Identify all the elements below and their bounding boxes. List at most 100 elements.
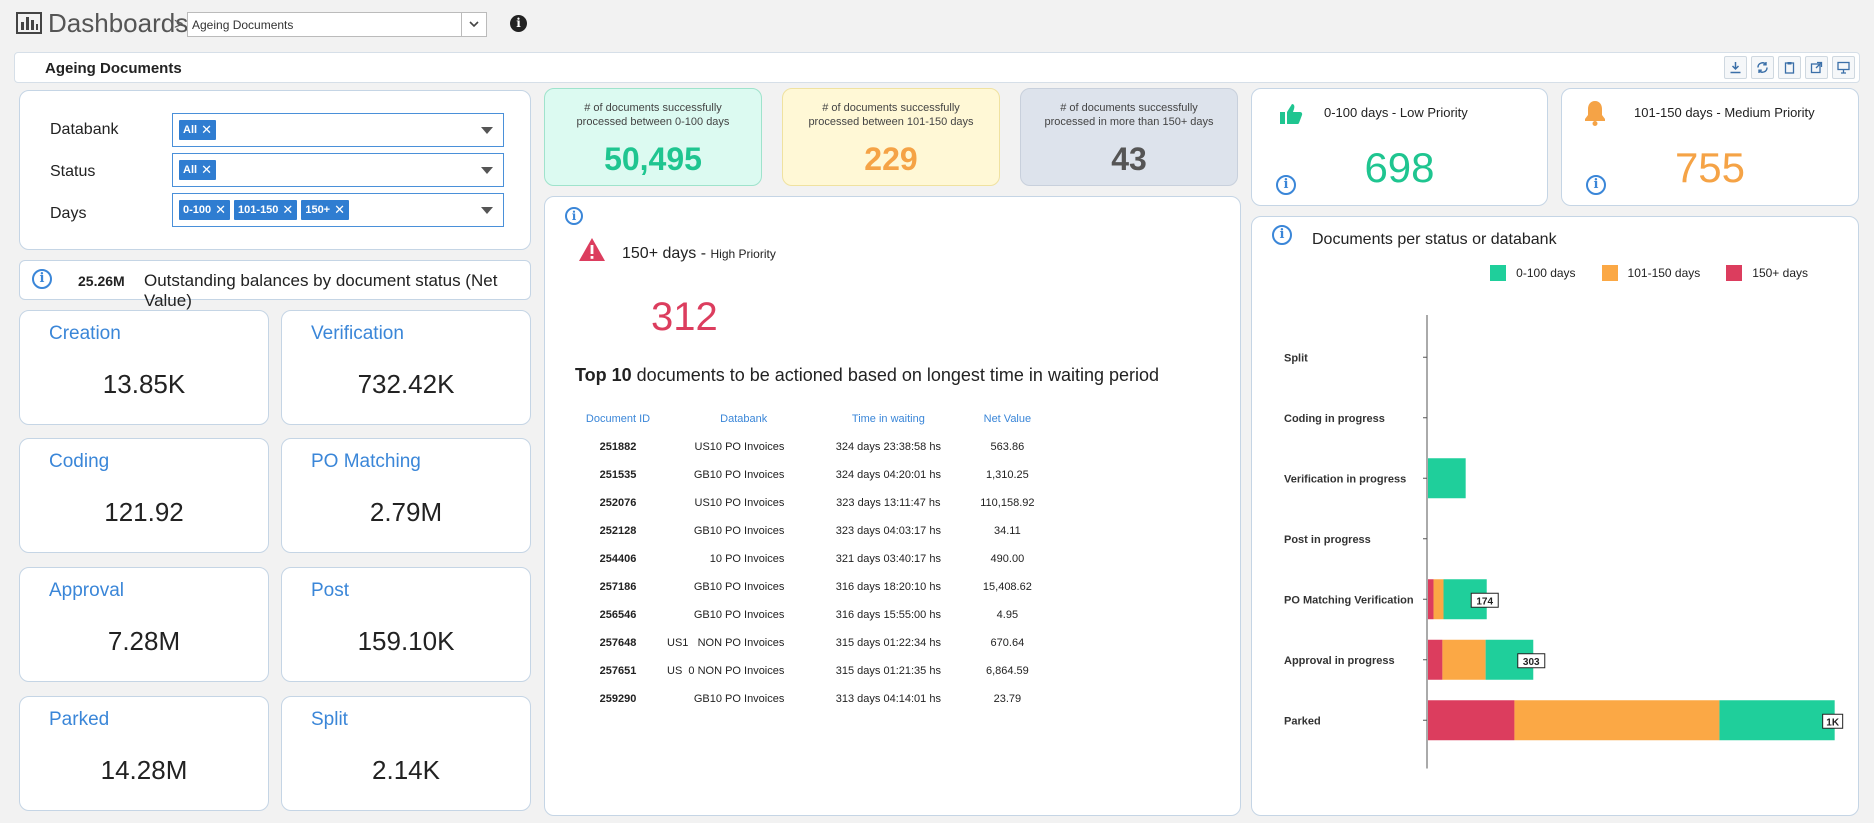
- medium-priority-card: 101-150 days - Medium Priority 755 i: [1561, 88, 1859, 206]
- column-header[interactable]: Time in waiting: [820, 405, 956, 433]
- table-row[interactable]: 252128 GB10 PO Invoices 323 days 04:03:17 …: [569, 517, 1058, 545]
- table-cell: US1 NON PO Invoices: [667, 637, 785, 649]
- table-cell: US10 PO Invoices: [694, 497, 785, 509]
- table-row[interactable]: 257651 US 0 NON PO Invoices 315 days 01:21…: [569, 657, 1058, 685]
- column-header[interactable]: Databank: [667, 405, 820, 433]
- status-card-po-matching[interactable]: PO Matching 2.79M: [281, 438, 531, 553]
- table-cell: 315 days 01:22:34 hs: [835, 637, 941, 649]
- expand-icon[interactable]: [1805, 56, 1828, 79]
- kpi-value: 50,495: [604, 141, 702, 177]
- status-card-label: PO Matching: [311, 451, 421, 472]
- outstanding-total: 25.26M: [78, 273, 125, 289]
- table-cell: 313 days 04:14:01 hs: [835, 693, 941, 705]
- caret-down-icon[interactable]: [481, 207, 493, 214]
- top-documents-count: Top 10: [575, 365, 632, 385]
- caret-down-icon[interactable]: [481, 127, 493, 134]
- column-header[interactable]: Document ID: [569, 405, 667, 433]
- high-priority-panel: i 150+ days - High Priority 312 Top 10 d…: [544, 196, 1241, 816]
- databank-filter[interactable]: All ✕: [172, 113, 504, 147]
- data-label: 1K: [1826, 717, 1840, 728]
- data-label: 174: [1476, 596, 1493, 607]
- medium-priority-label: Medium Priority: [1724, 105, 1815, 120]
- table-row[interactable]: 257648 US1 NON PO Invoices 315 days 01:22:…: [569, 629, 1058, 657]
- status-card-label: Approval: [49, 580, 124, 601]
- category-label: Split: [1284, 352, 1308, 364]
- info-icon[interactable]: i: [510, 15, 527, 32]
- table-row[interactable]: 259290 GB10 PO Invoices 313 days 04:14:01 …: [569, 685, 1058, 713]
- table-cell: 251535: [599, 469, 637, 481]
- table-row[interactable]: 257186 GB10 PO Invoices 316 days 18:20:10 …: [569, 573, 1058, 601]
- table-row[interactable]: 256546 GB10 PO Invoices 316 days 15:55:00 …: [569, 601, 1058, 629]
- status-filter-label: Status: [50, 163, 96, 180]
- high-priority-range: 150+ days -: [622, 245, 711, 262]
- days-filter-tags: 0-100 ✕ 101-150 ✕ 150+ ✕: [179, 200, 350, 220]
- info-icon[interactable]: i: [1276, 175, 1296, 195]
- status-card-value: 7.28M: [107, 626, 181, 656]
- category-label: Coding in progress: [1284, 413, 1385, 425]
- filter-tag[interactable]: All ✕: [179, 120, 216, 140]
- status-card-parked[interactable]: Parked 14.28M: [19, 696, 269, 811]
- category-label: PO Matching Verification: [1284, 594, 1414, 606]
- present-icon[interactable]: [1832, 56, 1855, 79]
- status-card-value: 14.28M: [100, 755, 188, 785]
- clipboard-icon[interactable]: [1778, 56, 1801, 79]
- info-icon[interactable]: i: [565, 207, 583, 225]
- table-row[interactable]: 251882 US10 PO Invoices 324 days 23:38:58 …: [569, 433, 1058, 461]
- info-icon[interactable]: i: [32, 269, 52, 289]
- info-icon[interactable]: i: [1272, 225, 1292, 245]
- days-filter[interactable]: 0-100 ✕ 101-150 ✕ 150+ ✕: [172, 193, 504, 227]
- status-card-verification[interactable]: Verification 732.42K: [281, 310, 531, 425]
- kpi-caption: # of documents successfully processed be…: [576, 102, 730, 128]
- bar-segment: [1719, 700, 1835, 741]
- status-card-value: 2.14K: [372, 755, 440, 785]
- bar-segment: [1514, 700, 1720, 741]
- bar-chart-icon: [16, 12, 42, 34]
- dashboard-select[interactable]: Ageing Documents: [187, 12, 487, 37]
- low-priority-count: 698: [1364, 144, 1435, 191]
- table-cell: 110,158.92: [980, 497, 1035, 509]
- status-card-split[interactable]: Split 2.14K: [281, 696, 531, 811]
- download-icon[interactable]: [1724, 56, 1747, 79]
- category-label: Post in progress: [1284, 534, 1371, 546]
- close-icon[interactable]: ✕: [201, 122, 212, 138]
- info-icon[interactable]: i: [1586, 175, 1606, 195]
- filter-tag[interactable]: 101-150 ✕: [234, 200, 298, 220]
- refresh-icon[interactable]: [1751, 56, 1774, 79]
- close-icon[interactable]: ✕: [282, 202, 293, 218]
- status-card-approval[interactable]: Approval 7.28M: [19, 567, 269, 682]
- databank-filter-tags: All ✕: [179, 120, 216, 140]
- status-filter[interactable]: All ✕: [172, 153, 504, 187]
- filter-tag-label: 0-100: [183, 204, 212, 216]
- status-card-creation[interactable]: Creation 13.85K: [19, 310, 269, 425]
- filter-tag-label: 101-150: [238, 204, 279, 216]
- kpi-caption: # of documents successfully processed in…: [1044, 102, 1214, 128]
- table-row[interactable]: 252076 US10 PO Invoices 323 days 13:11:47 …: [569, 489, 1058, 517]
- databank-filter-label: Databank: [50, 121, 119, 138]
- status-card-post[interactable]: Post 159.10K: [281, 567, 531, 682]
- filter-tag[interactable]: All ✕: [179, 160, 216, 180]
- filter-tag-label: All: [183, 124, 198, 136]
- status-card-value: 159.10K: [357, 626, 455, 656]
- bar-segment: [1442, 639, 1486, 680]
- filter-tag[interactable]: 0-100 ✕: [179, 200, 231, 220]
- table-row[interactable]: 251535 GB10 PO Invoices 324 days 04:20:01 …: [569, 461, 1058, 489]
- close-icon[interactable]: ✕: [201, 162, 212, 178]
- close-icon[interactable]: ✕: [215, 202, 226, 218]
- filter-tag-label: 150+: [305, 204, 331, 216]
- top-documents-table: Document ID Databank Time in waiting Net Va…: [569, 405, 1058, 713]
- column-header[interactable]: Net Value: [956, 405, 1058, 433]
- status-card-value: 732.42K: [357, 369, 455, 399]
- chevron-down-icon[interactable]: [461, 13, 486, 36]
- close-icon[interactable]: ✕: [334, 202, 345, 218]
- top-bar: Dashboards > Ageing Documents i: [0, 0, 1874, 48]
- page-title[interactable]: Dashboards: [48, 8, 188, 39]
- breadcrumb-separator: >: [174, 16, 184, 33]
- filter-tag[interactable]: 150+ ✕: [301, 200, 350, 220]
- warning-icon: [579, 238, 605, 261]
- caret-down-icon[interactable]: [481, 167, 493, 174]
- table-row[interactable]: 254406 10 PO Invoices 321 days 03:40:17 hs…: [569, 545, 1058, 573]
- table-cell: GB10 PO Invoices: [693, 581, 785, 593]
- top-documents-heading: Top 10 documents to be actioned based on…: [575, 365, 1159, 386]
- status-card-coding[interactable]: Coding 121.92: [19, 438, 269, 553]
- table-cell: GB10 PO Invoices: [693, 693, 785, 705]
